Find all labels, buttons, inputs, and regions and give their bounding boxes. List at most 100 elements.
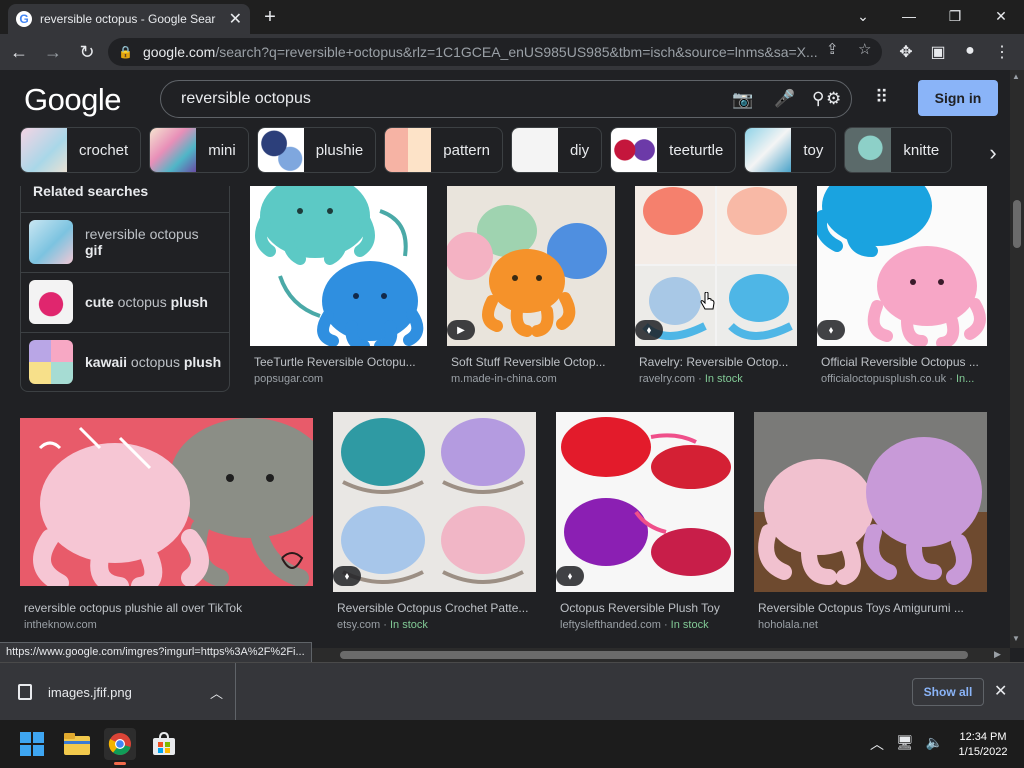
chip-pattern[interactable]: pattern xyxy=(384,127,503,173)
settings-gear-icon[interactable]: ⚙ xyxy=(826,89,841,109)
close-downloads-icon[interactable]: ✕ xyxy=(994,681,1007,701)
close-window-button[interactable]: ✕ xyxy=(978,2,1024,30)
address-bar[interactable]: 🔒 google.com/search?q=reversible+octopus… xyxy=(108,38,882,66)
extensions-icon[interactable]: ✥ xyxy=(895,42,917,62)
browser-tab[interactable]: G reversible octopus - Google Sear ✕ xyxy=(8,4,250,34)
share-icon[interactable]: ⇪ xyxy=(826,40,839,58)
result-title[interactable]: Octopus Reversible Plush Toy xyxy=(560,601,734,615)
vertical-scrollbar[interactable]: ▲ ▼ xyxy=(1010,70,1024,648)
result-title[interactable]: reversible octopus plushie all over TikT… xyxy=(24,601,313,615)
related-search-text: reversible octopus gif xyxy=(85,226,199,258)
related-search-item[interactable]: cute octopus plush xyxy=(21,272,229,330)
scroll-right-arrow-icon[interactable]: ▶ xyxy=(994,649,1001,660)
lock-icon[interactable]: 🔒 xyxy=(118,45,133,59)
result-source[interactable]: officialoctopusplush.co.uk · In... xyxy=(821,373,985,385)
menu-kebab-icon[interactable]: ⋮ xyxy=(991,42,1013,62)
chip-thumbnail xyxy=(257,128,304,172)
download-item[interactable]: images.jfif.png ︿ xyxy=(18,663,236,721)
sign-in-button[interactable]: Sign in xyxy=(918,80,998,116)
chip-teeturtle[interactable]: teeturtle xyxy=(610,127,737,173)
result-title[interactable]: TeeTurtle Reversible Octopu... xyxy=(254,355,424,369)
chip-toy[interactable]: toy xyxy=(744,127,837,173)
result-source[interactable]: intheknow.com xyxy=(24,619,313,631)
result-title[interactable]: Reversible Octopus Toys Amigurumi ... xyxy=(758,601,987,615)
result-image[interactable]: ⬧ xyxy=(817,186,987,346)
related-thumbnail xyxy=(29,339,73,384)
chip-knitted[interactable]: knitte xyxy=(844,127,953,173)
chrome-taskbar-icon[interactable] xyxy=(104,728,136,765)
chevron-right-icon[interactable]: › xyxy=(980,140,1006,166)
new-tab-button[interactable]: + xyxy=(258,4,282,30)
result-image[interactable] xyxy=(20,418,313,586)
result-source[interactable]: m.made-in-china.com xyxy=(451,373,613,385)
horizontal-scroll-thumb[interactable] xyxy=(340,651,968,659)
chip-diy[interactable]: diy xyxy=(510,127,603,173)
downloads-bar: images.jfif.png ︿ Show all ✕ xyxy=(0,662,1024,721)
chip-label: mini xyxy=(208,141,236,159)
volume-icon[interactable]: 🔈 xyxy=(926,734,943,754)
chevron-up-tray-icon[interactable]: ︿ xyxy=(870,734,884,754)
profile-icon[interactable]: ● xyxy=(959,42,981,60)
result-title[interactable]: Soft Stuff Reversible Octop... xyxy=(451,355,613,369)
forward-button[interactable]: → xyxy=(38,37,68,67)
result-image[interactable]: ⬧ xyxy=(635,186,797,346)
result-title[interactable]: Official Reversible Octopus ... xyxy=(821,355,985,369)
chip-plushie[interactable]: plushie xyxy=(256,127,377,173)
windows-start-icon[interactable] xyxy=(16,728,48,760)
scroll-up-arrow-icon[interactable]: ▲ xyxy=(1012,72,1020,81)
network-icon[interactable]: 🖥 xyxy=(896,734,914,754)
restore-button[interactable]: ❐ xyxy=(932,2,978,30)
related-chips: crochet mini plushie pattern diy teeturt… xyxy=(20,127,1010,175)
bookmark-star-icon[interactable]: ☆ xyxy=(858,40,871,58)
taskbar-clock[interactable]: 12:34 PM 1/15/2022 xyxy=(950,730,1016,760)
result-title[interactable]: Reversible Octopus Crochet Patte... xyxy=(337,601,536,615)
side-panel-icon[interactable]: ▣ xyxy=(927,42,949,62)
browser-titlebar: G reversible octopus - Google Sear ✕ + ⌄… xyxy=(0,0,1024,34)
related-thumbnail xyxy=(29,219,73,264)
minimize-button[interactable]: — xyxy=(886,2,932,30)
chip-crochet[interactable]: crochet xyxy=(20,127,142,173)
result-image[interactable] xyxy=(250,186,427,346)
link-status-url: https://www.google.com/imgres?imgurl=htt… xyxy=(0,642,312,662)
result-title[interactable]: Ravelry: Reversible Octop... xyxy=(639,355,795,369)
search-query: reversible octopus xyxy=(181,90,311,107)
result-source[interactable]: leftyslefthanded.com · In stock xyxy=(560,619,734,631)
back-button[interactable]: ← xyxy=(4,37,34,67)
tag-icon: ⬧ xyxy=(635,320,663,340)
result-image[interactable] xyxy=(754,412,987,592)
google-logo[interactable]: Google xyxy=(24,82,121,118)
result-image[interactable]: ⬧ xyxy=(333,412,536,592)
in-stock-badge: In stock xyxy=(704,373,743,385)
chip-thumbnail xyxy=(611,128,658,172)
result-source[interactable]: ravelry.com · In stock xyxy=(639,373,795,385)
related-search-item[interactable]: reversible octopus gif xyxy=(21,212,229,270)
microphone-icon[interactable]: 🎤 xyxy=(774,89,795,109)
related-search-item[interactable]: kawaii octopus plush xyxy=(21,332,229,390)
tab-search-chevron-icon[interactable]: ⌄ xyxy=(840,2,886,30)
scroll-down-arrow-icon[interactable]: ▼ xyxy=(1012,634,1020,643)
tab-close-icon[interactable]: ✕ xyxy=(229,9,242,29)
file-explorer-icon[interactable] xyxy=(61,728,93,760)
microsoft-store-icon[interactable] xyxy=(148,728,180,760)
related-term-bold: plush xyxy=(183,353,222,370)
chevron-up-icon[interactable]: ︿ xyxy=(210,683,223,702)
chip-label: pattern xyxy=(443,141,490,159)
octopus-image xyxy=(255,186,424,346)
result-source[interactable]: etsy.com · In stock xyxy=(337,619,536,631)
reload-button[interactable]: ↻ xyxy=(72,37,102,67)
result-image[interactable]: ⬧ xyxy=(556,412,734,592)
apps-grid-icon[interactable]: ⠿ xyxy=(875,87,888,108)
url-host: google.com xyxy=(142,44,216,60)
octopus-image xyxy=(333,412,536,592)
show-all-button[interactable]: Show all xyxy=(912,678,984,706)
result-image[interactable]: ▶ xyxy=(447,186,615,346)
result-source[interactable]: popsugar.com xyxy=(254,373,424,385)
related-search-text: cute octopus plush xyxy=(85,294,208,310)
chip-mini[interactable]: mini xyxy=(149,127,249,173)
result-source[interactable]: hoholala.net xyxy=(758,619,987,631)
in-stock-badge: In stock xyxy=(670,619,709,631)
search-icon[interactable]: ⚲ xyxy=(812,89,824,109)
camera-icon[interactable]: 📷 xyxy=(732,90,753,110)
vertical-scroll-thumb[interactable] xyxy=(1013,200,1021,248)
chip-label: toy xyxy=(803,141,824,159)
